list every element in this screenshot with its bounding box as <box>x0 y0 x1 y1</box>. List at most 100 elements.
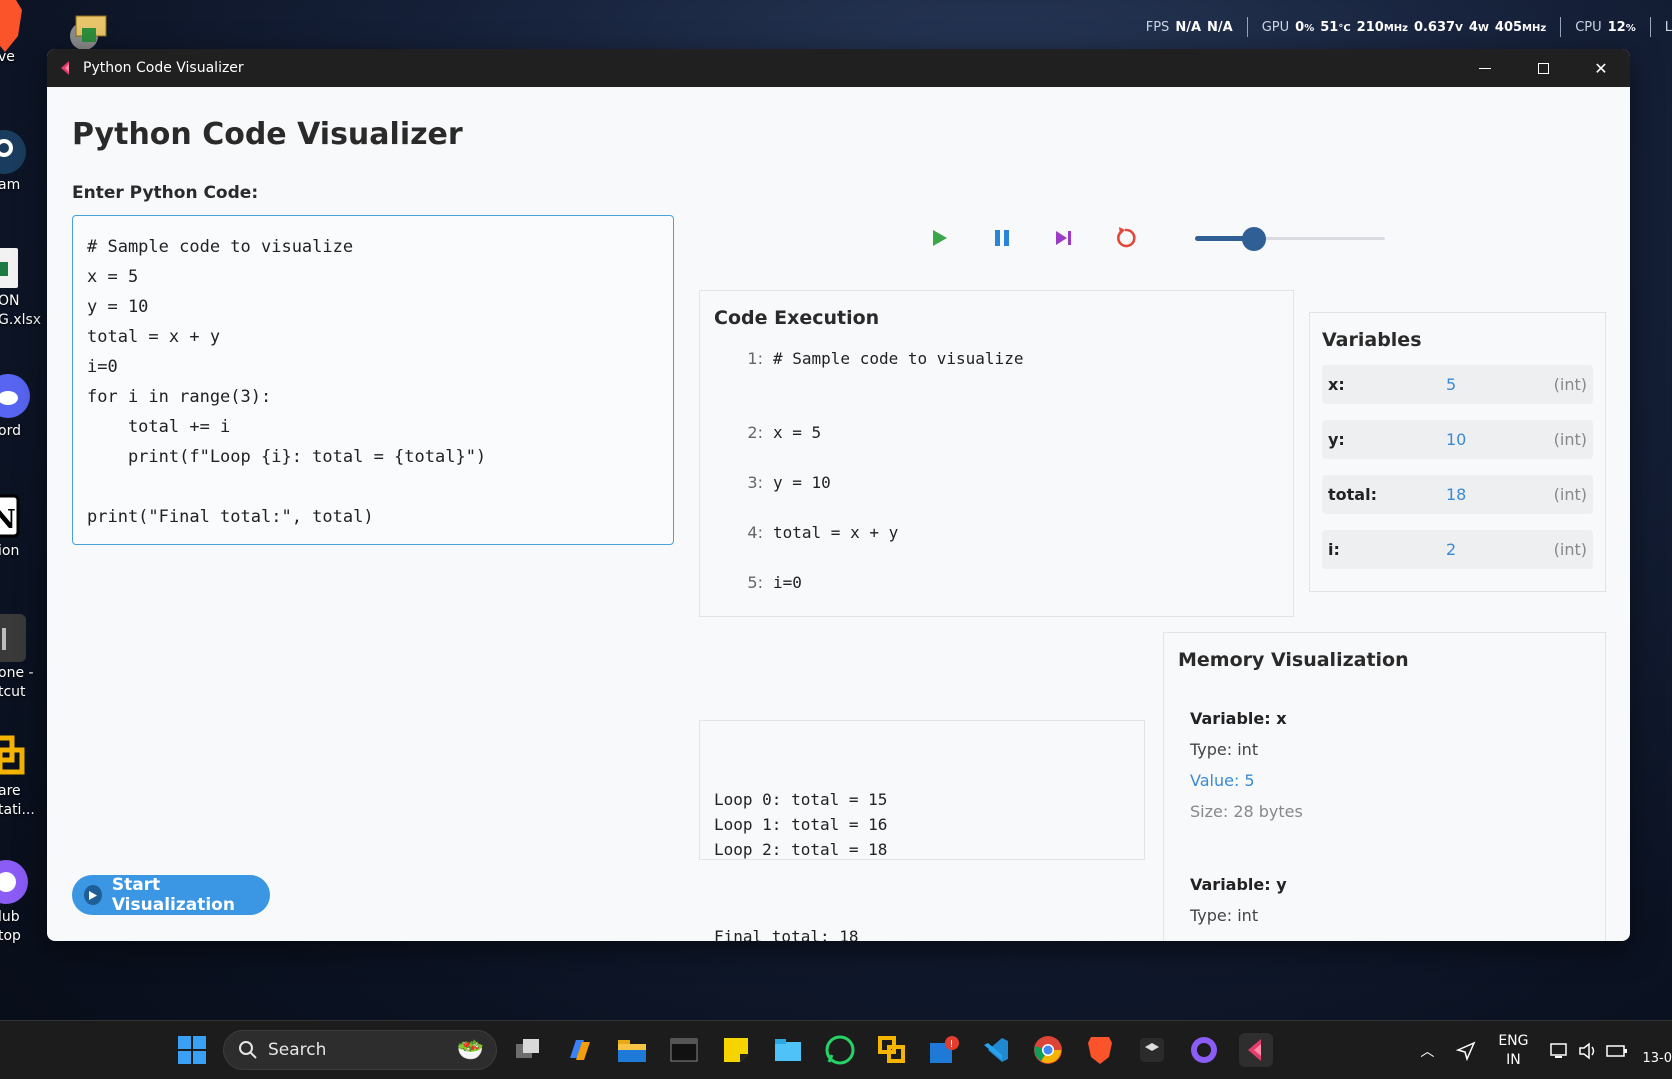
desktop-icon-label: one - tcut <box>0 665 34 700</box>
whatsapp-button[interactable] <box>823 1033 857 1067</box>
play-circle-icon <box>84 885 102 905</box>
step-forward-button[interactable] <box>1033 221 1095 255</box>
variable-row: x: 5 (int) <box>1322 365 1593 404</box>
output-line: Loop 2: total = 18 <box>714 840 888 859</box>
execution-line: 3: y = 10 <box>714 449 1279 499</box>
memory-card-type: Type: int <box>1190 740 1259 759</box>
desktop-icon-github-desktop[interactable]: lub top <box>0 858 48 946</box>
chevron-up-icon[interactable]: ︿ <box>1420 1041 1434 1061</box>
github-icon <box>1191 1037 1217 1063</box>
sticky-notes-icon <box>724 1038 748 1062</box>
folder-app-button[interactable] <box>771 1033 805 1067</box>
chrome-button[interactable] <box>1031 1033 1065 1067</box>
taskbar: Search 🥗 ! ︿ ENG IN 13-0 <box>0 1020 1672 1079</box>
clock[interactable]: 13-0 <box>1642 1051 1672 1066</box>
desktop-icon-brave[interactable]: ve <box>0 0 48 67</box>
language-label: ENG <box>1498 1032 1529 1049</box>
github-desktop-taskbar-button[interactable] <box>1187 1033 1221 1067</box>
speed-slider-handle[interactable] <box>1241 227 1266 251</box>
desktop-icon-vmware[interactable]: are tati... <box>0 734 48 820</box>
cpu-label: CPU <box>1575 19 1602 35</box>
variable-row: total: 18 (int) <box>1322 475 1593 514</box>
line-code: i=0 <box>773 573 802 592</box>
performance-overlay: FPS N/A N/A GPU 0% 51°C 210MHz 0.637V 4W… <box>1146 16 1672 38</box>
search-icon <box>239 1041 257 1059</box>
language-indicator[interactable]: ENG IN <box>1498 1032 1528 1070</box>
memory-card-type: Type: int <box>1190 906 1259 925</box>
desktop-icon-notion[interactable]: N ion <box>0 494 48 561</box>
windows-logo-icon <box>178 1036 206 1064</box>
search-placeholder: Search <box>268 1040 327 1060</box>
variables-list: x: 5 (int) y: 10 (int) total: 18 (int) i: 2 (int) <box>1322 365 1593 569</box>
execution-line: 2: x = 5 <box>714 399 1279 449</box>
cpu-load: 12% <box>1607 19 1636 35</box>
battery-icon[interactable] <box>1606 1043 1628 1059</box>
desktop-icon-steam[interactable]: am <box>0 128 48 195</box>
memory-card: Variable: x Type: int Value: 5 Size: 28 byt… <box>1178 693 1338 837</box>
variable-name: total: <box>1328 485 1377 504</box>
memory-card-size: Size: 28 bytes <box>1190 802 1303 821</box>
search-highlight-icon: 🥗 <box>456 1037 484 1063</box>
variables-title: Variables <box>1322 329 1422 351</box>
file-explorer-button[interactable] <box>615 1033 649 1067</box>
minimize-button[interactable] <box>1456 49 1514 87</box>
variable-value: 5 <box>1446 375 1457 394</box>
desktop-icon-label: ON G.xlsx <box>0 293 42 328</box>
taskbar-search[interactable]: Search 🥗 <box>223 1030 497 1070</box>
vscode-icon <box>984 1038 1008 1062</box>
desktop-icon-excel-file[interactable]: ON G.xlsx <box>0 246 48 330</box>
notification-app-button[interactable]: ! <box>927 1033 961 1067</box>
start-button[interactable] <box>175 1033 209 1067</box>
variable-value: 18 <box>1446 485 1467 504</box>
line-number: 4: <box>747 523 763 542</box>
app-cube-button[interactable] <box>1135 1033 1169 1067</box>
start-visualization-button[interactable]: Start Visualization <box>72 875 270 915</box>
app-with-badge-icon: ! <box>930 1036 959 1063</box>
gpu-power: 4W <box>1468 19 1489 35</box>
playback-controls <box>909 221 1385 255</box>
location-icon[interactable] <box>1456 1041 1476 1061</box>
line-code: x = 5 <box>773 423 822 442</box>
brave-taskbar-button[interactable] <box>1083 1033 1117 1067</box>
line-number: 5: <box>747 573 763 592</box>
memory-card-value: Value: 5 <box>1190 771 1255 790</box>
volume-icon[interactable] <box>1578 1041 1598 1060</box>
code-editor[interactable]: # Sample code to visualize x = 5 y = 10 … <box>72 215 674 545</box>
python-visualizer-taskbar-button[interactable] <box>1239 1033 1273 1067</box>
output-line: Loop 1: total = 16 <box>714 815 888 834</box>
line-number: 2: <box>747 423 763 442</box>
copilot-button[interactable] <box>563 1033 597 1067</box>
pause-icon <box>995 230 1009 246</box>
chrome-icon <box>1034 1036 1062 1064</box>
title-bar[interactable]: Python Code Visualizer ✕ <box>47 49 1630 87</box>
output-final-line: Final total: 18 <box>714 927 859 941</box>
memory-cards-scroll[interactable]: Variable: x Type: int Value: 5 Size: 28 byt… <box>1178 671 1591 929</box>
play-button[interactable] <box>909 221 971 255</box>
terminal-button[interactable] <box>667 1033 701 1067</box>
network-icon[interactable] <box>1550 1042 1570 1060</box>
pause-button[interactable] <box>971 221 1033 255</box>
play-icon <box>933 230 947 246</box>
variable-type: (int) <box>1553 485 1587 504</box>
whatsapp-icon <box>825 1035 855 1065</box>
desktop-icon-discord[interactable]: ord <box>0 372 48 441</box>
vmware-icon <box>0 734 34 782</box>
system-tray: ︿ ENG IN 13-0 <box>1420 1021 1672 1079</box>
maximize-button[interactable] <box>1514 49 1572 87</box>
desktop-icon-shortcut[interactable]: one - tcut <box>0 614 48 702</box>
reset-button[interactable] <box>1095 221 1157 255</box>
sticky-notes-button[interactable] <box>719 1033 753 1067</box>
variable-type: (int) <box>1553 375 1587 394</box>
vscode-button[interactable] <box>979 1033 1013 1067</box>
vmware-taskbar-button[interactable] <box>875 1033 909 1067</box>
close-icon: ✕ <box>1594 58 1608 78</box>
discord-icon <box>0 372 34 420</box>
speed-slider[interactable] <box>1195 227 1385 251</box>
close-button[interactable]: ✕ <box>1572 49 1630 87</box>
github-desktop-icon <box>0 858 34 906</box>
desktop-app-icon[interactable] <box>62 10 114 50</box>
region-label: IN <box>1506 1051 1521 1068</box>
window-title: Python Code Visualizer <box>83 60 244 76</box>
task-view-button[interactable] <box>511 1033 545 1067</box>
line-code: y = 10 <box>773 473 831 492</box>
